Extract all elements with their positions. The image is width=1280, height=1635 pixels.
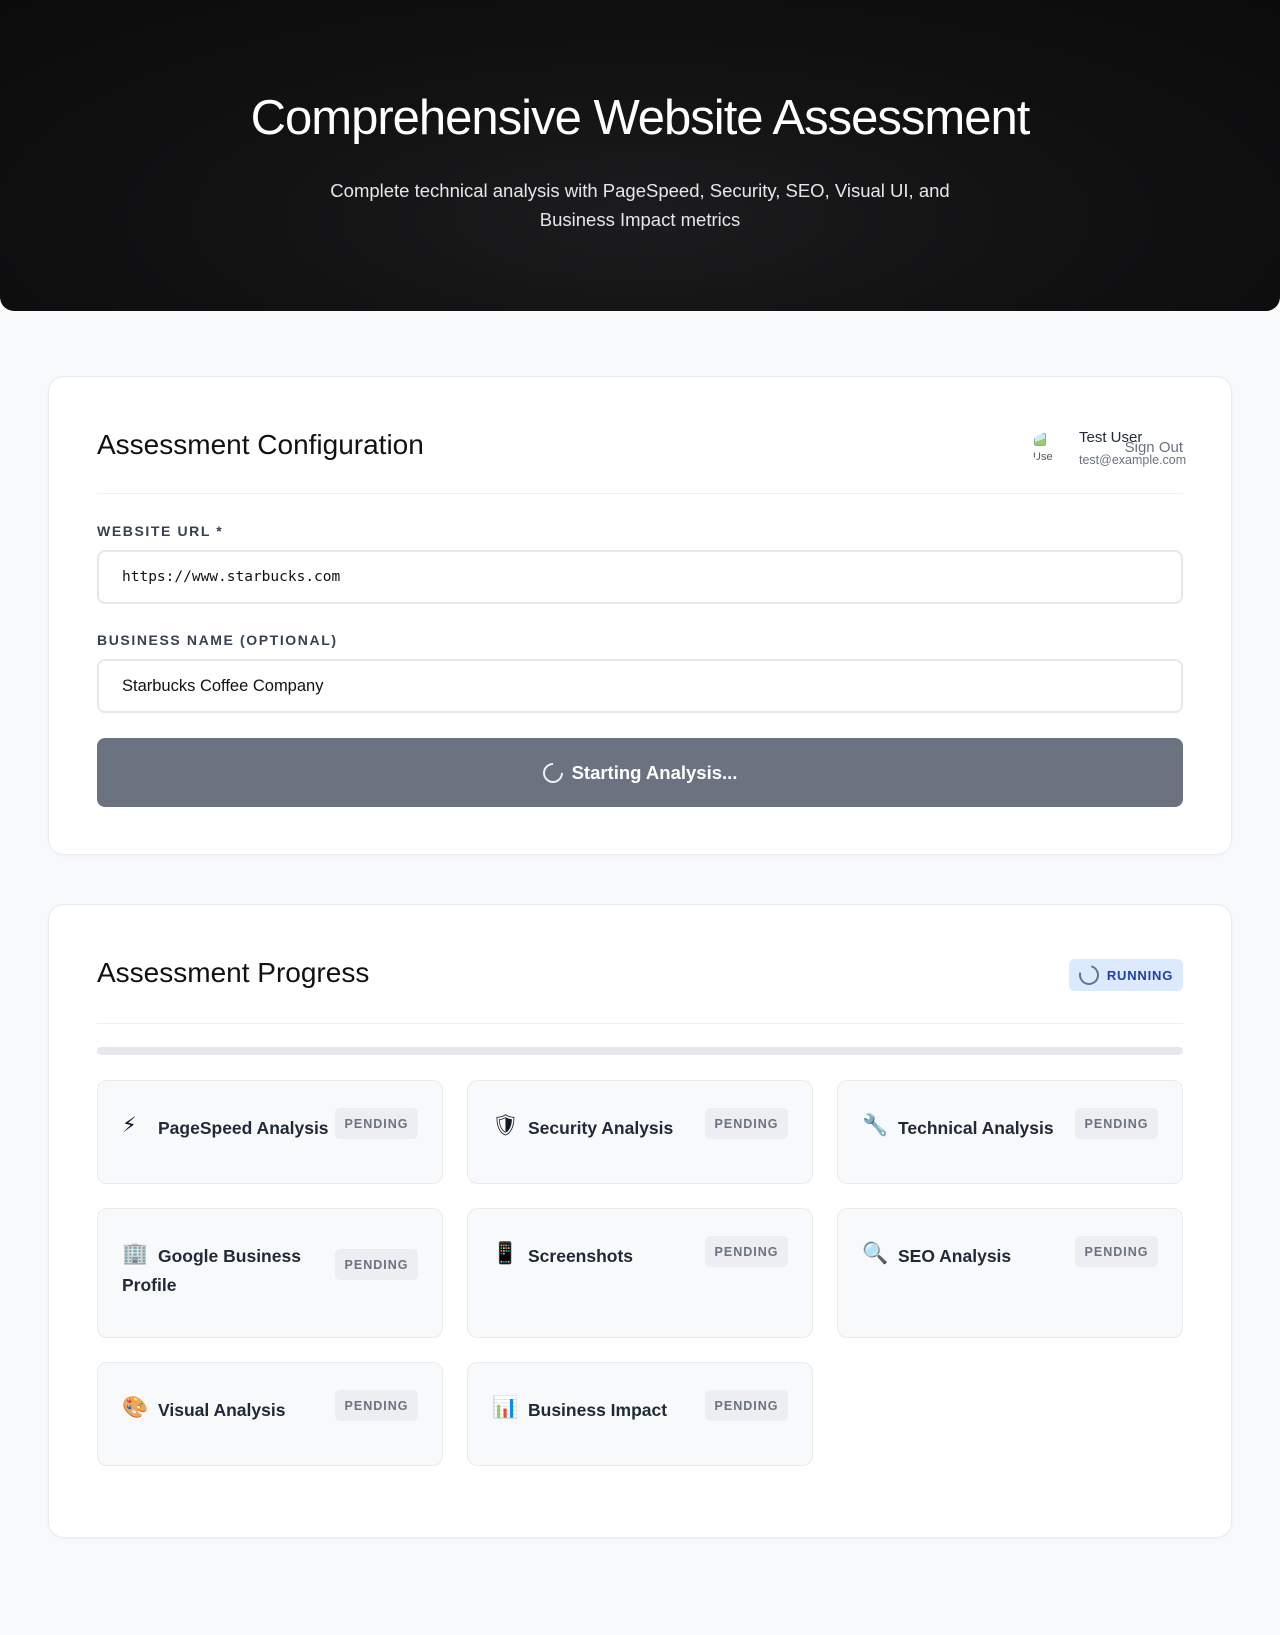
analysis-step-name: SEO Analysis — [898, 1246, 1012, 1266]
analysis-step-name: Screenshots — [528, 1246, 634, 1266]
analysis-step-status-badge: PENDING — [705, 1390, 788, 1421]
avatar: Use — [1031, 433, 1061, 463]
analysis-step-name: PageSpeed Analysis — [158, 1118, 329, 1138]
avatar-alt-text: Use — [1033, 451, 1053, 463]
business-name-input[interactable] — [97, 659, 1183, 713]
analysis-step-status-badge: PENDING — [335, 1108, 418, 1139]
analysis-step-name: Google Business Profile — [122, 1246, 301, 1295]
start-analysis-label: Starting Analysis... — [571, 761, 738, 783]
analysis-step-card: ⚡ PageSpeed Analysis PENDING — [97, 1080, 443, 1184]
analysis-step-card: 🏢 Google Business Profile PENDING — [97, 1208, 443, 1338]
analysis-step-status-badge: PENDING — [705, 1236, 788, 1267]
overall-progress-bar — [97, 1047, 1183, 1055]
broken-image-icon — [1034, 433, 1046, 446]
sign-out-button[interactable]: Sign Out — [1125, 439, 1183, 456]
analysis-step-card: 🛡 Security Analysis PENDING — [467, 1080, 813, 1184]
analysis-step-card: 🔧 Technical Analysis PENDING — [837, 1080, 1183, 1184]
analysis-step-name: Technical Analysis — [898, 1118, 1054, 1138]
analysis-step-status-badge: PENDING — [335, 1390, 418, 1421]
loading-spinner-icon — [538, 758, 567, 787]
config-title: Assessment Configuration — [97, 429, 424, 460]
analysis-step-card: 🔍 SEO Analysis PENDING — [837, 1208, 1183, 1338]
status-badge-label: RUNNING — [1106, 967, 1174, 983]
analysis-step-name: Business Impact — [528, 1400, 668, 1420]
business-name-label: BUSINESS NAME (OPTIONAL) — [97, 632, 338, 648]
page-subtitle: Complete technical analysis with PageSpe… — [330, 180, 950, 230]
assessment-progress-card: Assessment Progress RUNNING ⚡ PageSpeed A… — [48, 904, 1232, 1538]
loading-spinner-icon — [1075, 961, 1103, 989]
progress-divider — [97, 1023, 1183, 1024]
analysis-step-card: 📊 Business Impact PENDING — [467, 1362, 813, 1466]
analysis-step-name: Visual Analysis — [158, 1400, 286, 1420]
progress-title: Assessment Progress — [97, 957, 370, 988]
analysis-step-status-badge: PENDING — [335, 1249, 418, 1280]
analysis-step-card: 📱 Screenshots PENDING — [467, 1208, 813, 1338]
page-title: Comprehensive Website Assessment — [250, 91, 1031, 145]
analysis-step-card: 🎨 Visual Analysis PENDING — [97, 1362, 443, 1466]
website-url-label: WEBSITE URL * — [97, 523, 224, 539]
analysis-step-status-badge: PENDING — [1075, 1236, 1158, 1267]
analysis-step-status-badge: PENDING — [1075, 1108, 1158, 1139]
status-badge: RUNNING — [1069, 959, 1183, 991]
analysis-step-status-badge: PENDING — [705, 1108, 788, 1139]
start-analysis-button[interactable]: Starting Analysis... — [97, 738, 1183, 807]
config-divider — [97, 493, 1183, 494]
hero-banner: Comprehensive Website Assessment Complet… — [0, 0, 1280, 311]
analysis-step-name: Security Analysis — [528, 1118, 674, 1138]
website-url-input[interactable] — [97, 550, 1183, 604]
assessment-configuration-card: Assessment Configuration Use Test User t… — [48, 376, 1232, 855]
